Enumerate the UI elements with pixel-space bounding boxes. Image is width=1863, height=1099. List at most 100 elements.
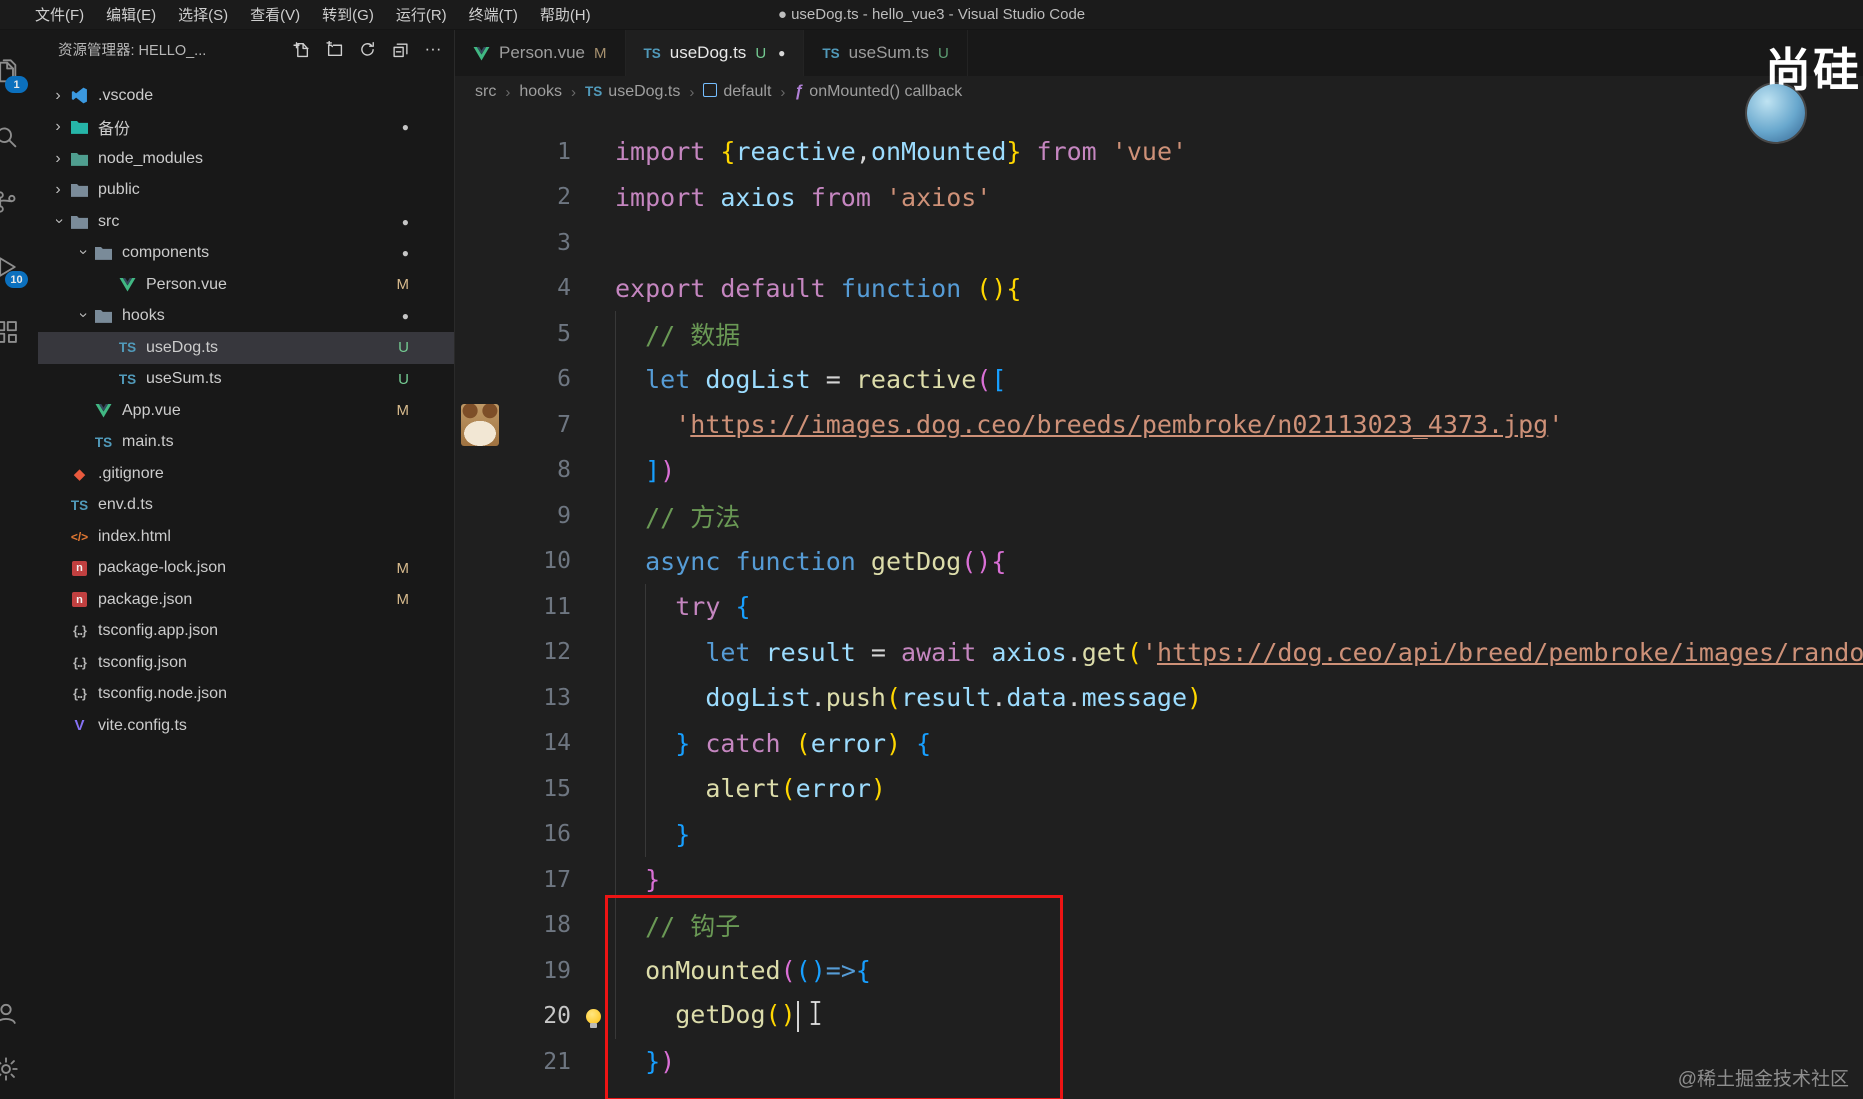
breadcrumb-item-usedog-ts[interactable]: TS useDog.ts	[585, 83, 680, 101]
tree-item-public[interactable]: › public	[38, 175, 454, 207]
menu-转到-g[interactable]: 转到(G)	[311, 4, 385, 25]
tree-item-usesum-ts[interactable]: TS useSum.ts U	[38, 364, 454, 396]
ts-file-icon: TS	[585, 84, 603, 99]
npm-file-icon: n	[68, 560, 91, 576]
vue-file-icon	[473, 46, 490, 61]
code-text: }	[675, 819, 691, 849]
json-file-icon: {..}	[73, 624, 87, 639]
tree-item-env-d-ts[interactable]: TS env.d.ts	[38, 490, 454, 522]
tree-item-vscode[interactable]: › .vscode	[38, 80, 454, 112]
menu-编辑-e[interactable]: 编辑(E)	[95, 4, 167, 25]
tree-item-tsconfig-app-json[interactable]: {..} tsconfig.app.json	[38, 616, 454, 648]
vue-file-icon	[116, 277, 139, 292]
menu-帮助-h[interactable]: 帮助(H)	[529, 4, 602, 25]
menu-选择-s[interactable]: 选择(S)	[167, 4, 239, 25]
code-line-9[interactable]: 9 // 方法	[455, 493, 1863, 539]
extensions-icon[interactable]	[0, 316, 22, 348]
code-text: // 数据	[645, 320, 741, 350]
breadcrumb-label: onMounted() callback	[809, 83, 963, 100]
menu-终端-t[interactable]: 终端(T)	[458, 4, 529, 25]
code-line-7[interactable]: 7 'https://images.dog.ceo/breeds/pembrok…	[455, 402, 1863, 448]
git-status-badge: U	[937, 44, 949, 62]
collapse-all-icon[interactable]	[391, 40, 409, 58]
code-line-21[interactable]: 21 })	[455, 1039, 1863, 1085]
code-line-17[interactable]: 17 }	[455, 857, 1863, 903]
code-line-3[interactable]: 3	[455, 220, 1863, 266]
breadcrumb-label: hooks	[519, 83, 563, 100]
account-icon[interactable]	[0, 997, 22, 1029]
ts-file-icon: TS	[118, 340, 137, 356]
tree-item-tsconfig-node-json[interactable]: {..} tsconfig.node.json	[38, 679, 454, 711]
code-line-14[interactable]: 14 } catch (error) {	[455, 721, 1863, 767]
tree-item-tsconfig-json[interactable]: {..} tsconfig.json	[38, 647, 454, 679]
tree-item-main-ts[interactable]: TS main.ts	[38, 427, 454, 459]
code-line-6[interactable]: 6 let dogList = reactive([	[455, 357, 1863, 403]
tree-item-person-vue[interactable]: Person.vue M	[38, 269, 454, 301]
more-actions-icon[interactable]: ···	[424, 39, 442, 58]
code-line-8[interactable]: 8 ])	[455, 448, 1863, 494]
tree-item-package-json[interactable]: n package.json M	[38, 584, 454, 616]
lightbulb-icon[interactable]	[585, 1008, 601, 1028]
code-line-11[interactable]: 11 try {	[455, 584, 1863, 630]
line-number: 2	[557, 184, 571, 211]
breadcrumb-item-default[interactable]: default	[703, 82, 772, 102]
tree-item-label: .vscode	[98, 86, 154, 104]
search-icon[interactable]	[0, 121, 22, 153]
menu-查看-v[interactable]: 查看(V)	[239, 4, 311, 25]
tree-item-src[interactable]: › src ●	[38, 206, 454, 238]
code-line-19[interactable]: 19 onMounted(()=>{	[455, 948, 1863, 994]
folder-icon	[68, 87, 91, 104]
code-editor[interactable]: 1 import {reactive,onMounted} from 'vue' 2…	[455, 108, 1863, 1099]
settings-gear-icon[interactable]	[0, 1053, 22, 1085]
tree-item-components[interactable]: › components ●	[38, 238, 454, 270]
code-line-20[interactable]: 20 getDog()	[455, 994, 1863, 1040]
breadcrumb-item-hooks[interactable]: hooks	[519, 83, 562, 101]
git-file-icon: ◆	[73, 465, 86, 483]
tree-item-hooks[interactable]: › hooks ●	[38, 301, 454, 333]
tree-item-备份[interactable]: › 备份 ●	[38, 112, 454, 144]
git-status-badge: U	[755, 44, 767, 62]
refresh-icon[interactable]	[358, 40, 376, 58]
tab-usesum-ts[interactable]: TS useSum.ts U	[804, 30, 968, 76]
code-line-10[interactable]: 10 async function getDog(){	[455, 539, 1863, 585]
tree-item-gitignore[interactable]: ◆ .gitignore	[38, 458, 454, 490]
tree-item-label: 备份	[98, 121, 131, 139]
folder-icon	[92, 308, 115, 324]
code-line-5[interactable]: 5 // 数据	[455, 311, 1863, 357]
explorer-icon[interactable]: 1	[0, 56, 28, 93]
run-and-debug-icon[interactable]: 10	[0, 251, 28, 288]
source-control-icon[interactable]	[0, 186, 22, 218]
menu-文件-f[interactable]: 文件(F)	[24, 4, 95, 25]
new-folder-icon[interactable]	[325, 40, 343, 58]
code-line-12[interactable]: 12 let result = await axios.get('https:/…	[455, 630, 1863, 676]
line-number: 19	[543, 957, 571, 984]
tab-usedog-ts[interactable]: TS useDog.ts U ●	[625, 30, 805, 76]
chevron-down-icon: ›	[75, 249, 92, 255]
breadcrumb-item-src[interactable]: src	[475, 83, 496, 101]
breadcrumb-item-onmounted-callback[interactable]: ƒ onMounted() callback	[794, 83, 962, 101]
new-file-icon[interactable]	[292, 40, 310, 58]
code-line-13[interactable]: 13 dogList.push(result.data.message)	[455, 675, 1863, 721]
menu-运行-r[interactable]: 运行(R)	[385, 4, 458, 25]
tree-item-package-lock-json[interactable]: n package-lock.json M	[38, 553, 454, 585]
code-line-2[interactable]: 2 import axios from 'axios'	[455, 175, 1863, 221]
code-line-4[interactable]: 4 export default function (){	[455, 266, 1863, 312]
code-text: alert(error)	[705, 774, 886, 804]
tree-item-node-modules[interactable]: › node_modules	[38, 143, 454, 175]
code-line-18[interactable]: 18 // 钩子	[455, 903, 1863, 949]
code-line-1[interactable]: 1 import {reactive,onMounted} from 'vue'	[455, 129, 1863, 175]
tree-item-vite-config-ts[interactable]: Vvite.config.ts	[38, 710, 454, 742]
menu-bar: 文件(F) 编辑(E) 选择(S) 查看(V) 转到(G) 运行(R) 终端(T) 帮助(H)	[0, 4, 602, 25]
breadcrumb-label: default	[723, 83, 772, 100]
code-line-15[interactable]: 15 alert(error)	[455, 766, 1863, 812]
line-decorations	[571, 1008, 615, 1028]
code-text: dogList.push(result.data.message)	[705, 683, 1203, 713]
tab-bar: Person.vue M TS useDog.ts U ● TS useSum.ts U	[455, 30, 1863, 76]
tab-person-vue[interactable]: Person.vue M	[455, 30, 626, 76]
tree-item-label: useDog.ts	[146, 338, 219, 356]
tree-item-index-html[interactable]: </> index.html	[38, 521, 454, 553]
tree-item-usedog-ts[interactable]: TS useDog.ts U	[38, 332, 454, 364]
tree-item-label: App.vue	[122, 401, 181, 419]
tree-item-app-vue[interactable]: App.vue M	[38, 395, 454, 427]
code-line-16[interactable]: 16 }	[455, 812, 1863, 858]
